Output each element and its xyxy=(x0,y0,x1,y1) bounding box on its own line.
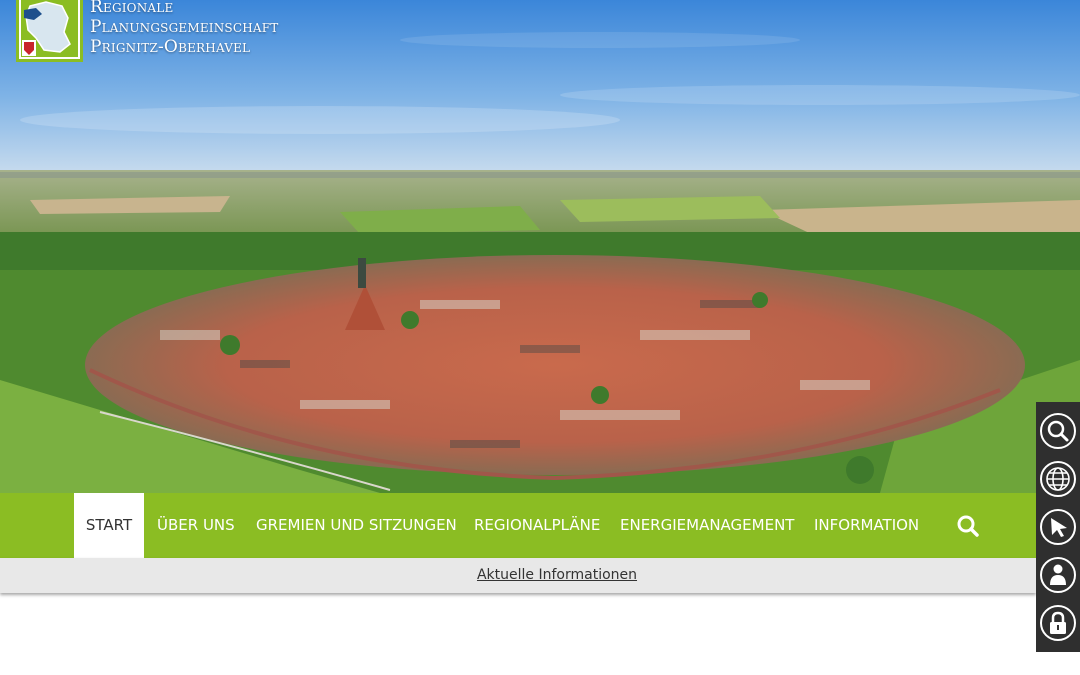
user-icon[interactable] xyxy=(1039,556,1077,594)
search-icon[interactable] xyxy=(952,493,984,558)
nav-item-gremien[interactable]: GREMIEN UND SITZUNGEN xyxy=(256,493,457,558)
cursor-pointer-icon[interactable] xyxy=(1039,508,1077,546)
nav-item-ueber-uns[interactable]: ÜBER UNS xyxy=(157,493,235,558)
nav-item-information[interactable]: INFORMATION xyxy=(814,493,919,558)
nav-item-regionalplaene[interactable]: REGIONALPLÄNE xyxy=(474,493,600,558)
accessibility-toolbar xyxy=(1036,402,1080,652)
nav-item-start[interactable]: START xyxy=(74,493,144,558)
organization-name: Regionale Planungsgemeinschaft Prignitz-… xyxy=(90,0,279,57)
globe-icon[interactable] xyxy=(1039,460,1077,498)
sub-navigation-bar: Aktuelle Informationen xyxy=(0,558,1036,593)
lock-icon[interactable] xyxy=(1039,604,1077,642)
site-logo[interactable]: Regionale Planungsgemeinschaft Prignitz-… xyxy=(16,0,279,62)
aktuelle-informationen-link[interactable]: Aktuelle Informationen xyxy=(0,567,1080,583)
logo-line-2: Planungsgemeinschaft xyxy=(90,17,279,37)
hero-image xyxy=(0,0,1080,493)
search-zoom-icon[interactable] xyxy=(1039,412,1077,450)
logo-line-3: Prignitz-Oberhavel xyxy=(90,37,251,57)
aerial-town-photo xyxy=(0,0,1080,493)
brandenburg-map-logo-icon xyxy=(16,0,83,62)
logo-line-1: Regionale xyxy=(90,0,174,17)
nav-item-energiemanagement[interactable]: ENERGIEMANAGEMENT xyxy=(620,493,794,558)
main-navigation: START ÜBER UNS GREMIEN UND SITZUNGEN REG… xyxy=(0,493,1036,558)
